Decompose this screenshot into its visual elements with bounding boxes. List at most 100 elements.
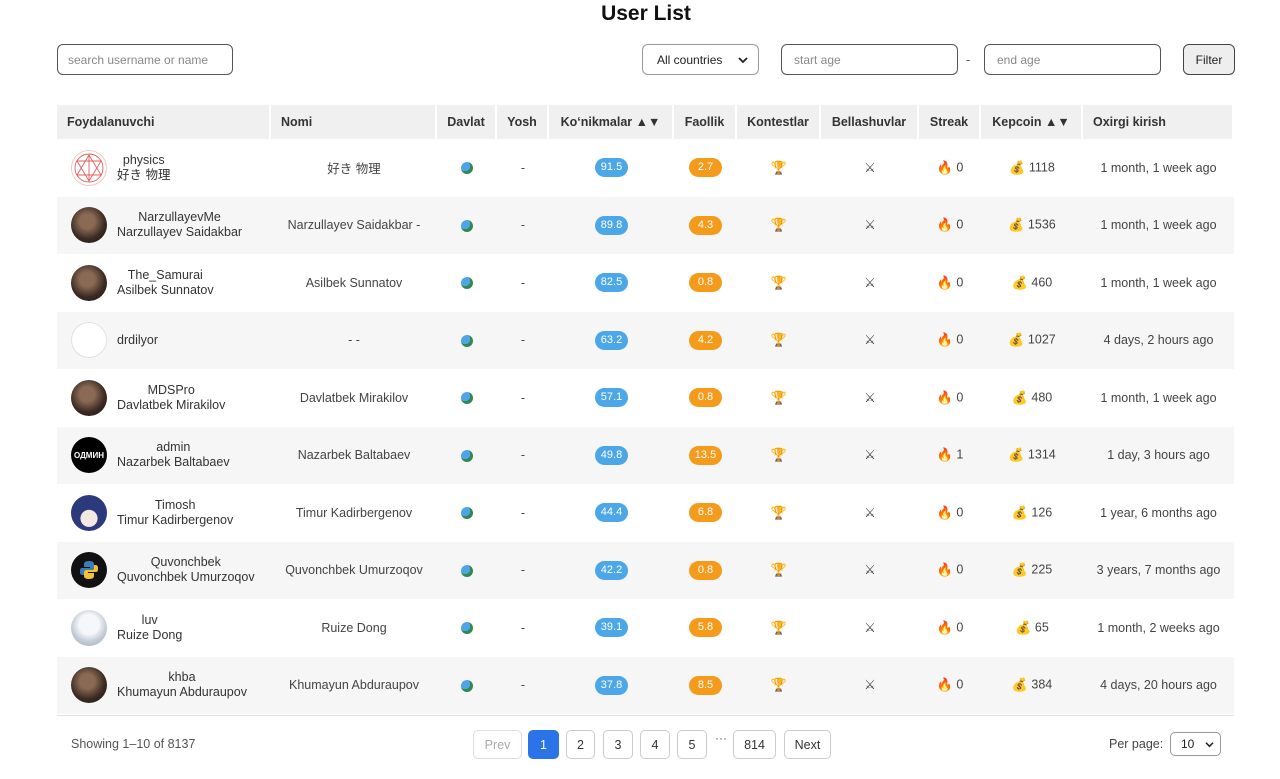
globe-icon [461, 162, 473, 175]
fire-icon: 🔥 [936, 159, 953, 175]
skills-badge: 82.5 [595, 273, 628, 293]
age-cell: - [520, 505, 526, 520]
page-button-1[interactable]: 1 [528, 730, 559, 759]
page-button-3[interactable]: 3 [603, 730, 633, 759]
next-page-button[interactable]: Next [784, 730, 831, 759]
battles-cell: ⚔ [821, 311, 919, 369]
crossed-swords-icon[interactable]: ⚔ [864, 217, 876, 232]
table-row[interactable]: The_Samurai Asilbek Sunnatov Asilbek Sunna… [57, 254, 1234, 312]
last-login-cell: 1 year, 6 months ago [1100, 505, 1217, 520]
username-link[interactable]: khba [117, 670, 247, 685]
crossed-swords-icon[interactable]: ⚔ [864, 390, 876, 405]
filter-button[interactable]: Filter [1183, 44, 1235, 75]
streak-cell: 🔥 0 [919, 541, 981, 599]
username-link[interactable]: luv [117, 613, 182, 628]
username-link[interactable]: Quvonchbek [117, 555, 255, 570]
coin-bag-icon: 💰 [1011, 389, 1028, 405]
username-link[interactable]: physics [117, 153, 170, 168]
column-header-kepcoin-sort[interactable]: Kepcoin ▲▼ [981, 105, 1083, 139]
table-row[interactable]: Timosh Timur Kadirbergenov Timur Kadirberg… [57, 484, 1234, 542]
username-link[interactable]: The_Samurai [117, 268, 214, 283]
country-cell [437, 484, 497, 542]
trophy-icon[interactable]: 🏆 [771, 217, 787, 232]
crossed-swords-icon[interactable]: ⚔ [864, 160, 876, 175]
start-age-input[interactable] [781, 44, 958, 75]
username-link[interactable]: admin [117, 440, 230, 455]
crossed-swords-icon[interactable]: ⚔ [864, 677, 876, 692]
table-row[interactable]: drdilyor - - -63.2 4.2 🏆 ⚔ 🔥 0 💰 1027 4 days, 2 … [57, 311, 1234, 369]
table-row[interactable]: Quvonchbek Quvonchbek Umurzoqov Quvonchbek… [57, 541, 1234, 599]
user-fullname: Narzullayev Saidakbar [117, 225, 243, 240]
skills-badge: 42.2 [595, 560, 628, 580]
trophy-icon[interactable]: 🏆 [771, 677, 787, 692]
column-header-skills-sort[interactable]: Ko‘nikmalar ▲▼ [549, 105, 674, 139]
name-cell: - - [271, 311, 437, 369]
streak-value: 0 [956, 217, 964, 232]
page-button-4[interactable]: 4 [640, 730, 670, 759]
user-fullname: Davlatbek Mirakilov [117, 397, 226, 412]
table-row[interactable]: NarzullayevMe Narzullayev Saidakbar Narzul… [57, 196, 1234, 254]
streak-cell: 🔥 0 [919, 484, 981, 542]
crossed-swords-icon[interactable]: ⚔ [864, 332, 876, 347]
skills-badge: 91.5 [595, 158, 628, 178]
last-login-cell: 1 month, 1 week ago [1100, 160, 1217, 175]
user-cell: ОДМИН admin Nazarbek Baltabaev [57, 426, 271, 484]
table-row[interactable]: physics 好き 物理 好き 物理 -91.5 2.7 🏆 ⚔ 🔥 0 💰 1118 1 mo… [57, 139, 1234, 197]
streak-cell: 🔥 0 [919, 599, 981, 657]
trophy-icon[interactable]: 🏆 [771, 562, 787, 577]
column-header-streak: Streak [919, 105, 981, 139]
activity-badge: 2.7 [689, 158, 722, 178]
prev-page-button[interactable]: Prev [473, 730, 522, 759]
user-cell-content: Timosh Timur Kadirbergenov [61, 494, 267, 531]
kepcoin-value: 1027 [1027, 332, 1056, 347]
age-cell: - [497, 426, 549, 484]
table-row[interactable]: khba Khumayun Abduraupov Khumayun Abduraup… [57, 656, 1234, 714]
page-button-2[interactable]: 2 [566, 730, 595, 759]
table-row[interactable]: ОДМИН admin Nazarbek Baltabaev Nazarbek Bal… [57, 426, 1234, 484]
kepcoin-value: 1118 [1028, 160, 1055, 175]
contests-cell: 🏆 [737, 541, 821, 599]
table-row[interactable]: MDSPro Davlatbek Mirakilov Davlatbek Mirak… [57, 369, 1234, 427]
skills-badge: 57.1 [595, 388, 628, 408]
user-cell: physics 好き 物理 [57, 139, 271, 197]
activity-cell: 5.8 [674, 599, 737, 657]
per-page-select[interactable]: 10 [1170, 732, 1221, 756]
country-select[interactable]: All countries [642, 44, 759, 75]
crossed-swords-icon[interactable]: ⚔ [864, 275, 876, 290]
page-button-5[interactable]: 5 [677, 730, 707, 759]
trophy-icon[interactable]: 🏆 [771, 332, 787, 347]
trophy-icon[interactable]: 🏆 [771, 447, 787, 462]
username-link[interactable]: NarzullayevMe [117, 210, 242, 225]
contests-cell: 🏆 [737, 311, 821, 369]
crossed-swords-icon[interactable]: ⚔ [864, 620, 876, 635]
skills-cell: 82.5 [549, 254, 674, 312]
trophy-icon[interactable]: 🏆 [771, 505, 787, 520]
trophy-icon[interactable]: 🏆 [771, 620, 787, 635]
username-link[interactable]: drdilyor [117, 333, 158, 348]
user-cell-content: khba Khumayun Abduraupov [61, 667, 267, 704]
streak-cell: 🔥 0 [919, 139, 981, 197]
crossed-swords-icon[interactable]: ⚔ [864, 505, 876, 520]
username-link[interactable]: MDSPro [117, 383, 225, 398]
end-age-input[interactable] [984, 44, 1161, 75]
skills-badge: 44.4 [595, 503, 628, 523]
kepcoin-value: 480 [1031, 390, 1053, 405]
activity-cell: 6.8 [674, 484, 737, 542]
skills-cell: 49.8 [549, 426, 674, 484]
name-cell: Timur Kadirbergenov [295, 505, 413, 520]
battles-cell: ⚔ [821, 599, 919, 657]
trophy-icon[interactable]: 🏆 [771, 160, 787, 175]
kepcoin-cell: 💰 460 [981, 254, 1083, 312]
user-fullname: Quvonchbek Umurzoqov [117, 570, 255, 585]
table-row[interactable]: luv Ruize Dong Ruize Dong -39.1 5.8 🏆 ⚔ 🔥 0 💰 65… [57, 599, 1234, 657]
crossed-swords-icon[interactable]: ⚔ [864, 562, 876, 577]
kepcoin-cell: 💰 384 [981, 656, 1083, 714]
trophy-icon[interactable]: 🏆 [771, 275, 787, 290]
kepcoin-cell: 💰 1536 [981, 196, 1083, 254]
trophy-icon[interactable]: 🏆 [771, 390, 787, 405]
crossed-swords-icon[interactable]: ⚔ [864, 447, 876, 462]
page-button-last[interactable]: 814 [733, 730, 776, 759]
search-input[interactable] [57, 44, 233, 75]
country-cell [437, 254, 497, 312]
username-link[interactable]: Timosh [117, 498, 233, 513]
